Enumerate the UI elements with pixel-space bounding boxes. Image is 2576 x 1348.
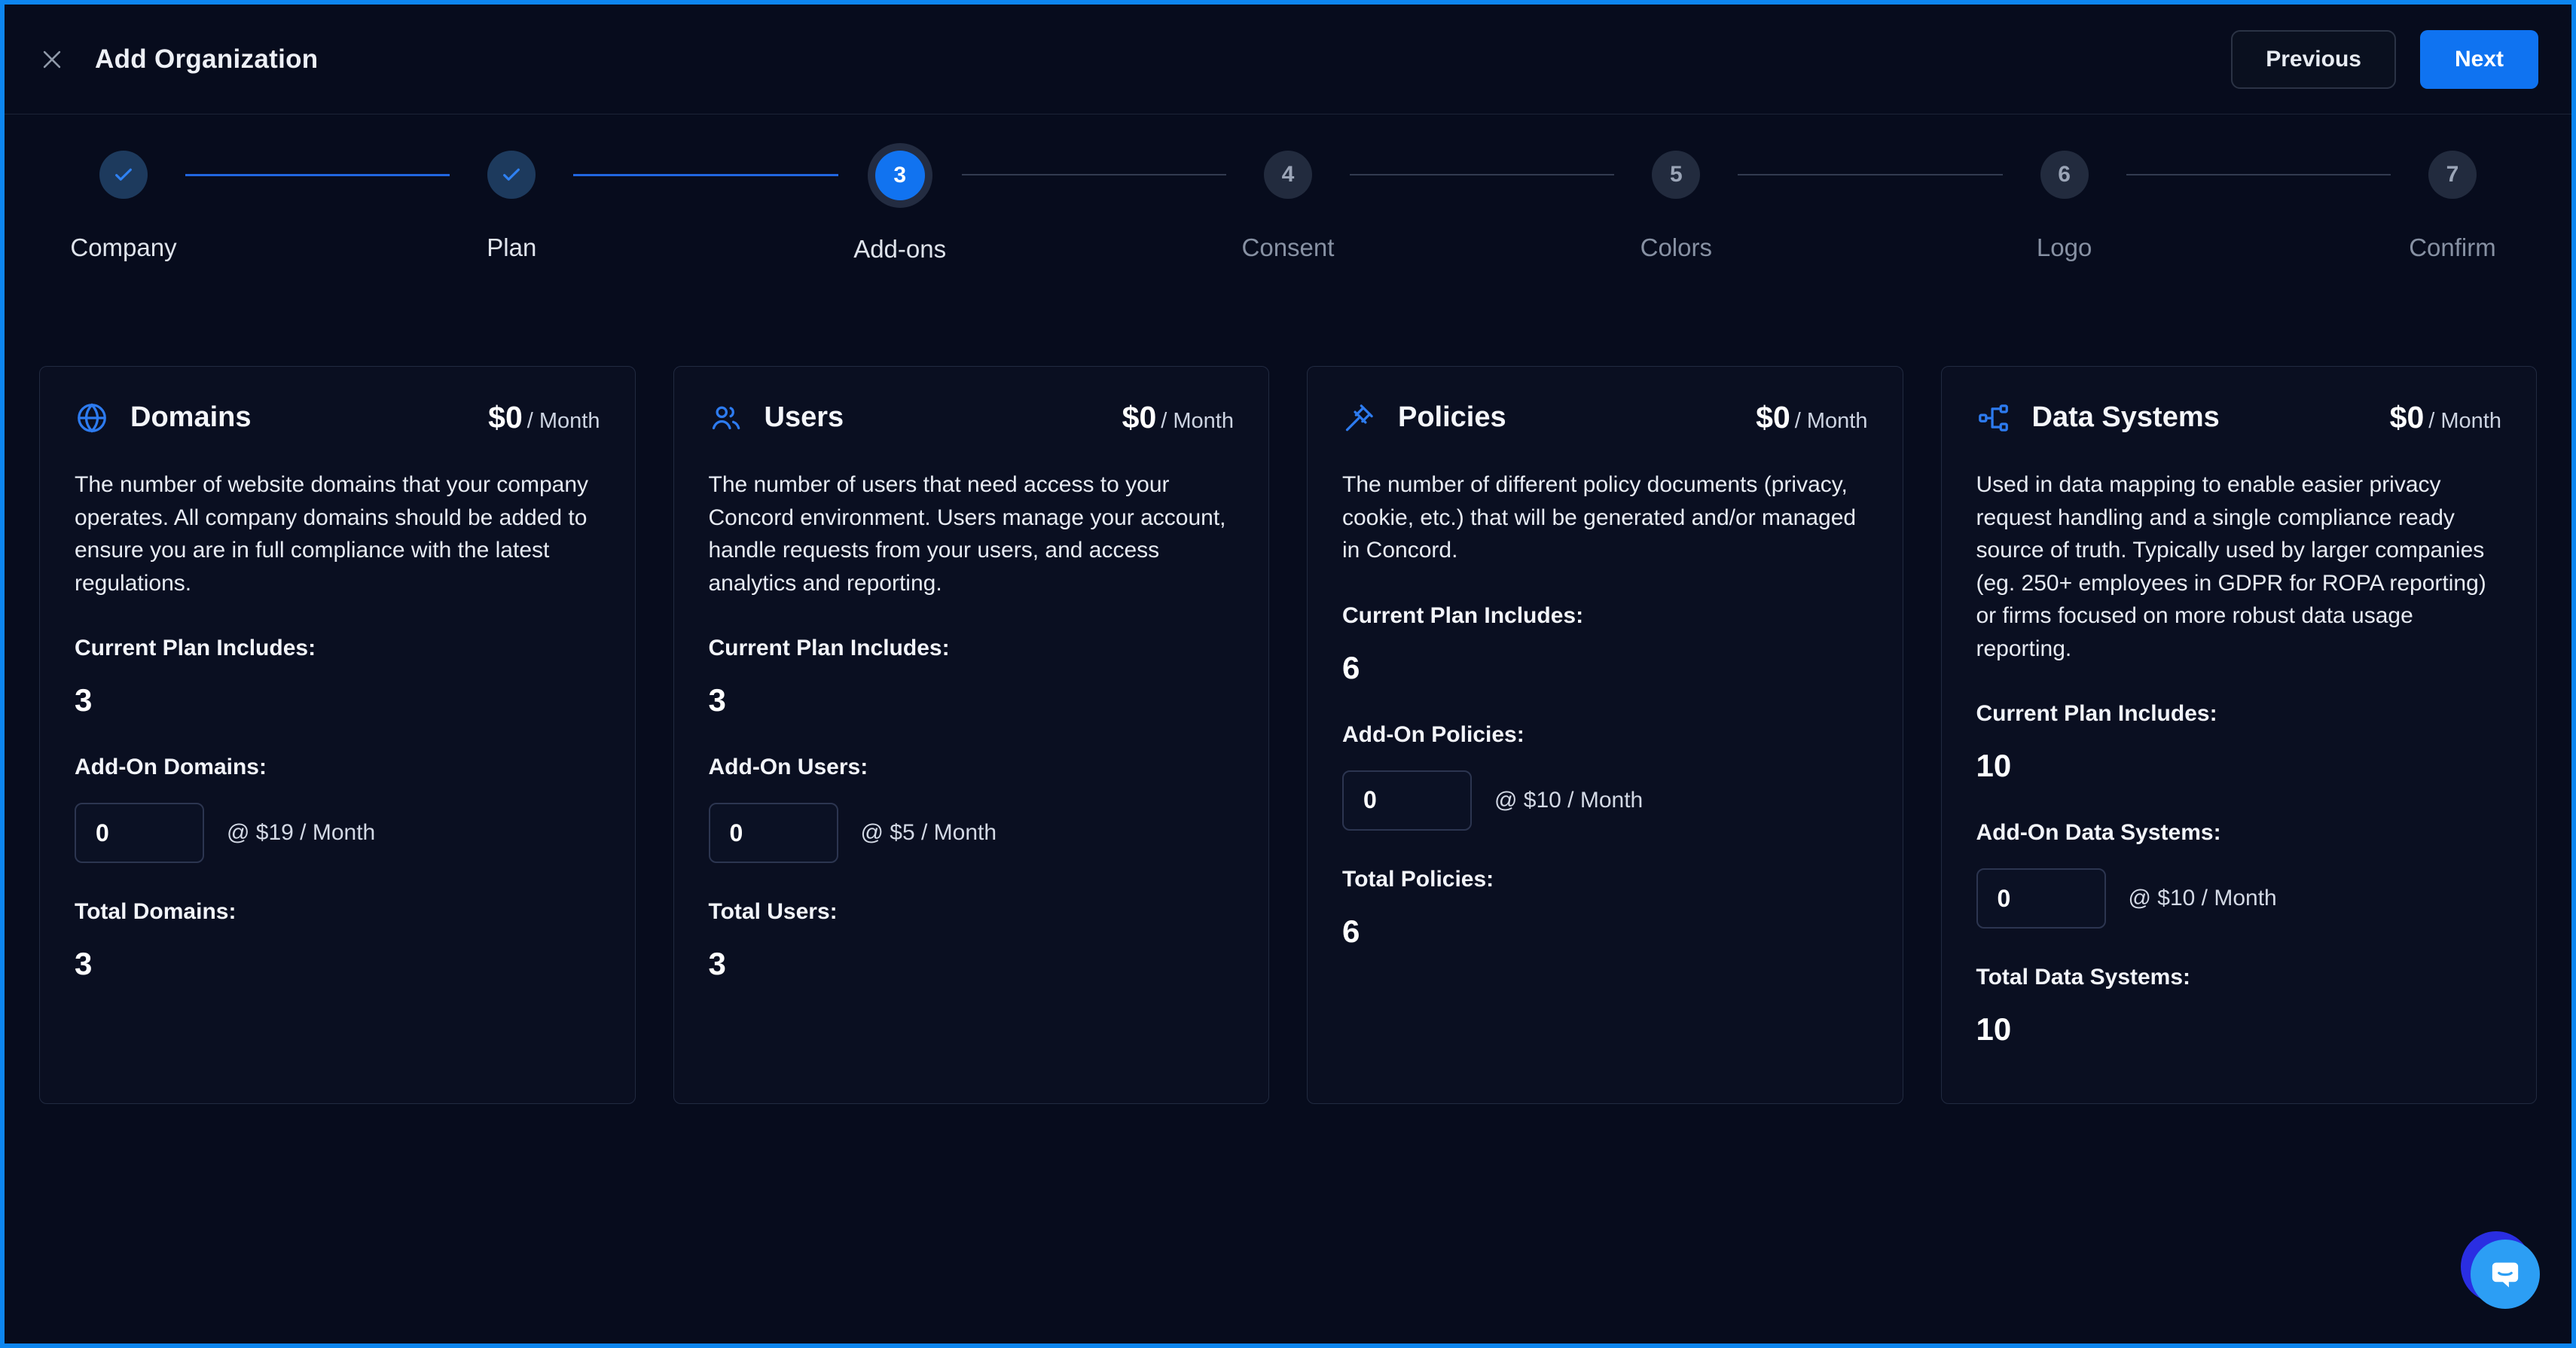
step-consent[interactable]: 4 Consent: [1226, 151, 1350, 262]
step-connector: [185, 174, 450, 176]
card-data-systems: Data Systems $0 / Month Used in data map…: [1941, 366, 2538, 1104]
chat-bubble-icon: [2471, 1240, 2540, 1309]
step-plan[interactable]: 2 Plan: [450, 151, 573, 262]
card-header: Domains $0 / Month: [75, 400, 600, 435]
total-value: 10: [1976, 1011, 2502, 1048]
card-domains: Domains $0 / Month The number of website…: [39, 366, 636, 1104]
step-label: Confirm: [2409, 233, 2496, 262]
addon-users-input[interactable]: [709, 803, 838, 863]
addon-label: Add-On Domains:: [75, 755, 600, 780]
total-label: Total Data Systems:: [1976, 965, 2502, 990]
step-label: Plan: [487, 233, 536, 262]
step-circle-3[interactable]: 3: [875, 151, 925, 200]
wizard-stepper: 1 Company 2 Plan 3 Add-ons 4 Consent 5 C…: [5, 151, 2571, 264]
card-policies: Policies $0 / Month The number of differ…: [1307, 366, 1903, 1104]
step-colors[interactable]: 5 Colors: [1614, 151, 1738, 262]
step-label: Consent: [1242, 233, 1335, 262]
step-connector: [2126, 174, 2391, 175]
card-title: Users: [765, 401, 844, 434]
step-connector: [573, 174, 838, 176]
total-value: 3: [75, 946, 600, 982]
step-confirm[interactable]: 7 Confirm: [2391, 151, 2514, 262]
addon-label: Add-On Policies:: [1342, 722, 1868, 748]
step-logo[interactable]: 6 Logo: [2003, 151, 2126, 262]
step-circle-7[interactable]: 7: [2428, 151, 2477, 199]
plan-includes-label: Current Plan Includes:: [1976, 701, 2502, 727]
addon-label: Add-On Data Systems:: [1976, 820, 2502, 846]
step-circle-2[interactable]: 2: [487, 151, 536, 199]
chat-launcher-button[interactable]: [2471, 1240, 2540, 1309]
addon-policies-input[interactable]: [1342, 770, 1472, 831]
check-icon: [499, 163, 523, 187]
plan-includes-value: 10: [1976, 748, 2502, 784]
card-price: $0 / Month: [2390, 400, 2501, 435]
addon-rate: @ $10 / Month: [2129, 886, 2277, 911]
modal-header: Add Organization Previous Next: [5, 5, 2571, 114]
plan-includes-value: 6: [1342, 650, 1868, 686]
card-price: $0 / Month: [1122, 400, 1234, 435]
card-header: Users $0 / Month: [709, 400, 1235, 435]
close-icon[interactable]: [38, 45, 66, 74]
check-icon: [111, 163, 136, 187]
card-description: Used in data mapping to enable easier pr…: [1976, 468, 2502, 665]
card-users: Users $0 / Month The number of users tha…: [673, 366, 1270, 1104]
step-company[interactable]: 1 Company: [62, 151, 185, 262]
addon-row: @ $5 / Month: [709, 803, 1235, 863]
step-circle-6[interactable]: 6: [2040, 151, 2089, 199]
addon-domains-input[interactable]: [75, 803, 204, 863]
addon-rate: @ $10 / Month: [1494, 788, 1643, 813]
plan-includes-label: Current Plan Includes:: [1342, 603, 1868, 629]
step-circle-5[interactable]: 5: [1652, 151, 1700, 199]
step-label: Colors: [1641, 233, 1712, 262]
plan-includes-value: 3: [709, 682, 1235, 718]
step-add-ons[interactable]: 3 Add-ons: [838, 151, 962, 264]
total-label: Total Domains:: [75, 899, 600, 925]
step-label: Logo: [2037, 233, 2092, 262]
previous-button[interactable]: Previous: [2231, 30, 2396, 89]
addon-label: Add-On Users:: [709, 755, 1235, 780]
step-label: Add-ons: [853, 235, 946, 264]
header-left: Add Organization: [38, 44, 318, 75]
card-title: Domains: [130, 401, 251, 434]
addon-row: @ $19 / Month: [75, 803, 600, 863]
card-title: Data Systems: [2032, 401, 2220, 434]
step-label: Company: [70, 233, 176, 262]
step-connector: [1350, 174, 1614, 175]
addon-rate: @ $19 / Month: [227, 820, 375, 846]
step-connector: [962, 174, 1226, 175]
total-label: Total Policies:: [1342, 867, 1868, 892]
users-icon: [709, 401, 743, 435]
step-circle-4[interactable]: 4: [1264, 151, 1312, 199]
data-systems-icon: [1976, 401, 2011, 435]
total-value: 6: [1342, 913, 1868, 950]
total-value: 3: [709, 946, 1235, 982]
addon-rate: @ $5 / Month: [861, 820, 997, 846]
addon-data-systems-input[interactable]: [1976, 868, 2106, 929]
card-header: Policies $0 / Month: [1342, 400, 1868, 435]
page-title: Add Organization: [95, 44, 318, 75]
card-description: The number of website domains that your …: [75, 468, 600, 599]
plan-includes-label: Current Plan Includes:: [709, 636, 1235, 661]
plan-includes-value: 3: [75, 682, 600, 718]
card-title: Policies: [1398, 401, 1506, 434]
next-button[interactable]: Next: [2420, 30, 2538, 89]
card-description: The number of different policy documents…: [1342, 468, 1868, 567]
addon-row: @ $10 / Month: [1342, 770, 1868, 831]
globe-icon: [75, 401, 109, 435]
plan-includes-label: Current Plan Includes:: [75, 636, 600, 661]
card-price: $0 / Month: [488, 400, 600, 435]
gavel-icon: [1342, 401, 1377, 435]
step-connector: [1738, 174, 2002, 175]
add-organization-modal: { "header": { "title": "Add Organization…: [0, 0, 2576, 1348]
addons-card-grid: Domains $0 / Month The number of website…: [39, 366, 2537, 1104]
card-header: Data Systems $0 / Month: [1976, 400, 2502, 435]
card-price: $0 / Month: [1756, 400, 1867, 435]
total-label: Total Users:: [709, 899, 1235, 925]
card-description: The number of users that need access to …: [709, 468, 1235, 599]
step-circle-1[interactable]: 1: [99, 151, 148, 199]
addon-row: @ $10 / Month: [1976, 868, 2502, 929]
header-actions: Previous Next: [2231, 30, 2538, 89]
